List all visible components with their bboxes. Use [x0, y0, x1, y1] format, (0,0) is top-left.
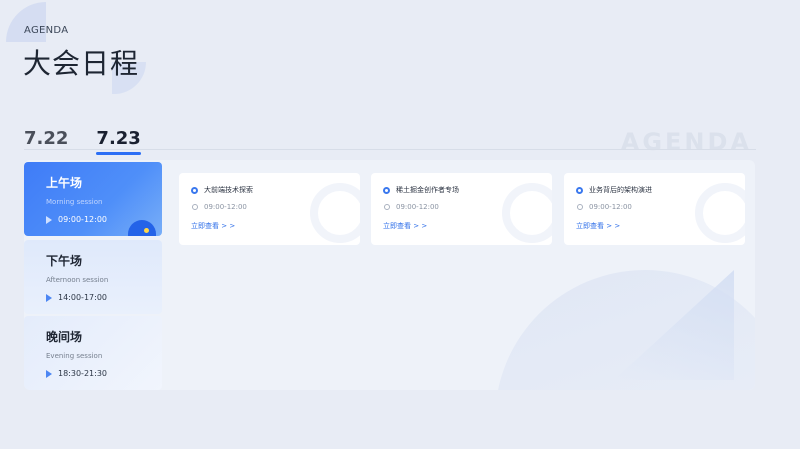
track-card[interactable]: 大前端技术探索 09:00-12:00 立即查看 > >: [179, 173, 360, 245]
decorative-ring: [695, 183, 745, 243]
session-time: 09:00-12:00: [58, 215, 107, 224]
circle-icon: [383, 186, 390, 194]
session-morning[interactable]: 上午场 Morning session 09:00-12:00: [24, 162, 162, 236]
play-icon: [46, 293, 52, 302]
session-time-row: 18:30-21:30: [46, 369, 162, 378]
track-card[interactable]: 业务背后的架构演进 09:00-12:00 立即查看 > >: [564, 173, 745, 245]
card-title: 稀土掘金创作者专场: [396, 186, 459, 194]
session-list: 上午场 Morning session 09:00-12:00 下午场 Afte…: [24, 160, 162, 390]
session-subtitle: Evening session: [46, 352, 103, 360]
card-time: 09:00-12:00: [204, 203, 247, 211]
session-time: 14:00-17:00: [58, 293, 107, 302]
view-now-link[interactable]: 立即查看 > >: [383, 221, 427, 231]
page-title: 大会日程: [23, 47, 140, 80]
clock-icon: [384, 204, 390, 210]
agenda-watermark: AGENDA: [620, 128, 752, 156]
decorative-ring: [502, 183, 552, 243]
session-subtitle: Morning session: [46, 198, 103, 206]
session-name: 上午场: [46, 176, 83, 190]
view-now-link[interactable]: 立即查看 > >: [576, 221, 620, 231]
play-icon: [46, 215, 52, 224]
play-icon: [46, 369, 52, 378]
divider: [24, 149, 756, 150]
decorative-ring: [310, 183, 360, 243]
card-time: 09:00-12:00: [589, 203, 632, 211]
session-time: 18:30-21:30: [58, 369, 107, 378]
track-card[interactable]: 稀土掘金创作者专场 09:00-12:00 立即查看 > >: [371, 173, 552, 245]
session-evening[interactable]: 晚间场 Evening session 18:30-21:30: [24, 316, 162, 390]
card-title: 大前端技术探索: [204, 186, 253, 194]
decorative-arc: [6, 2, 46, 42]
circle-icon: [576, 186, 583, 194]
clock-icon: [192, 204, 198, 210]
session-subtitle: Afternoon session: [46, 276, 109, 284]
view-now-link[interactable]: 立即查看 > >: [191, 221, 235, 231]
card-title: 业务背后的架构演进: [589, 186, 652, 194]
session-time-row: 14:00-17:00: [46, 293, 162, 302]
track-cards: 大前端技术探索 09:00-12:00 立即查看 > > 稀土掘金创作者专场 0…: [179, 173, 755, 245]
card-time: 09:00-12:00: [396, 203, 439, 211]
circle-icon: [191, 186, 198, 194]
clock-icon: [577, 204, 583, 210]
page-kicker: AGENDA: [24, 25, 69, 36]
agenda-panel: 上午场 Morning session 09:00-12:00 下午场 Afte…: [24, 160, 755, 390]
session-name: 下午场: [46, 254, 83, 268]
session-afternoon[interactable]: 下午场 Afternoon session 14:00-17:00: [24, 240, 162, 314]
session-name: 晚间场: [46, 330, 83, 344]
